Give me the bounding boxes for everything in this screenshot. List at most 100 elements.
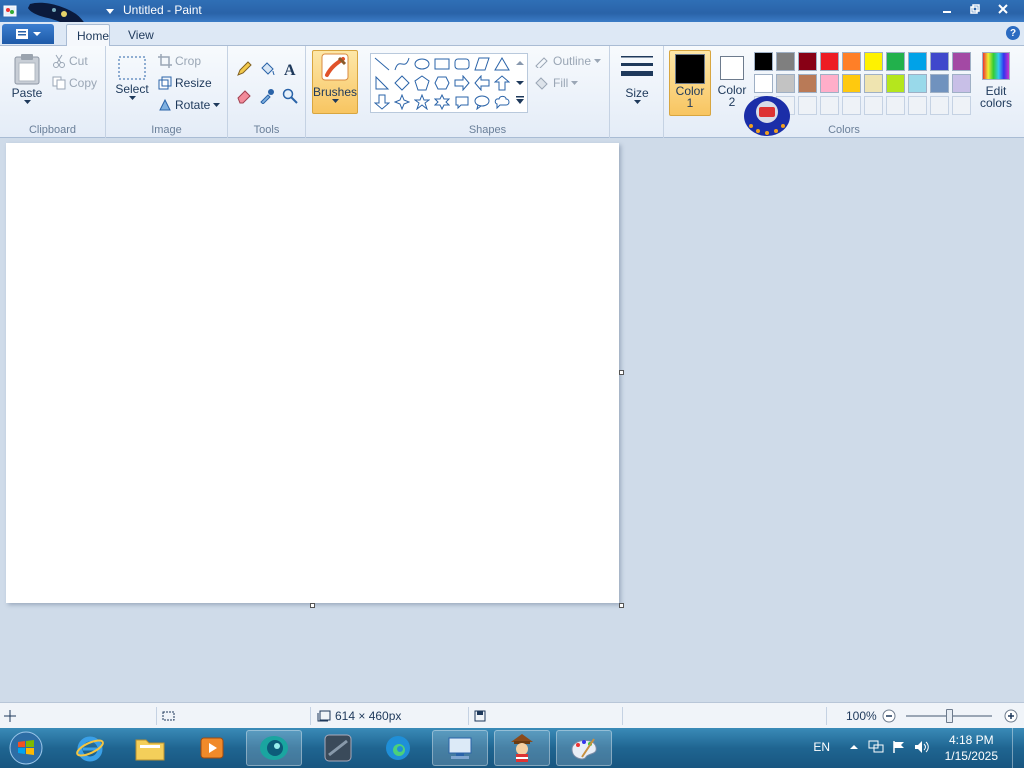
palette-swatch[interactable] [842, 52, 861, 71]
palette-empty-swatch[interactable] [930, 96, 949, 115]
taskbar-remote-desktop[interactable] [432, 730, 488, 766]
close-button[interactable] [990, 0, 1016, 18]
six-point-star-shape-icon[interactable] [433, 93, 451, 111]
five-point-star-shape-icon[interactable] [413, 93, 431, 111]
show-desktop-button[interactable] [1012, 728, 1024, 768]
right-triangle-shape-icon[interactable] [373, 74, 391, 92]
pentagon-shape-icon[interactable] [413, 74, 431, 92]
palette-swatch[interactable] [864, 52, 883, 71]
start-button[interactable] [4, 729, 48, 767]
pencil-button[interactable] [233, 59, 254, 79]
zoom-slider-thumb[interactable] [946, 709, 953, 723]
four-point-star-shape-icon[interactable] [393, 93, 411, 111]
fill-style-button[interactable]: Fill [534, 76, 579, 90]
palette-swatch[interactable] [798, 52, 817, 71]
paint-app-icon[interactable] [2, 3, 18, 19]
copy-button[interactable]: Copy [52, 76, 97, 90]
palette-swatch[interactable] [776, 52, 795, 71]
magnifier-button[interactable] [279, 86, 300, 106]
dropdown-icon[interactable] [102, 3, 118, 19]
outline-button[interactable]: Outline [534, 54, 602, 68]
palette-swatch[interactable] [754, 52, 773, 71]
palette-swatch[interactable] [820, 74, 839, 93]
palette-empty-swatch[interactable] [952, 96, 971, 115]
down-arrow-shape-icon[interactable] [373, 93, 391, 111]
rectangle-shape-icon[interactable] [433, 55, 451, 73]
palette-empty-swatch[interactable] [798, 96, 817, 115]
palette-empty-swatch[interactable] [820, 96, 839, 115]
taskbar-app-character[interactable] [494, 730, 550, 766]
palette-empty-swatch[interactable] [908, 96, 927, 115]
rounded-rectangle-shape-icon[interactable] [453, 55, 471, 73]
volume-icon[interactable] [914, 740, 930, 757]
paste-button[interactable]: Paste [8, 52, 46, 105]
taskbar-internet-explorer[interactable] [62, 730, 118, 766]
language-indicator[interactable]: EN [813, 740, 830, 754]
canvas-workspace[interactable] [0, 138, 1024, 702]
rounded-callout-shape-icon[interactable] [453, 93, 471, 111]
taskbar-paint[interactable] [556, 730, 612, 766]
resize-handle-corner[interactable] [619, 603, 624, 608]
taskbar-file-explorer[interactable] [122, 730, 178, 766]
diamond-shape-icon[interactable] [393, 74, 411, 92]
triangle-shape-icon[interactable] [493, 55, 511, 73]
edit-colors-button[interactable]: Edit colors [976, 52, 1016, 109]
resize-handle-bottom[interactable] [310, 603, 315, 608]
palette-empty-swatch[interactable] [842, 96, 861, 115]
polygon-shape-icon[interactable] [473, 55, 491, 73]
palette-swatch[interactable] [820, 52, 839, 71]
color-picker-button[interactable] [256, 86, 277, 106]
line-shape-icon[interactable] [373, 55, 391, 73]
taskbar-media-player[interactable] [184, 730, 240, 766]
palette-empty-swatch[interactable] [886, 96, 905, 115]
hexagon-shape-icon[interactable] [433, 74, 451, 92]
palette-swatch[interactable] [930, 52, 949, 71]
zoom-out-button[interactable] [882, 703, 896, 729]
fill-button[interactable] [256, 59, 277, 79]
color1-button[interactable]: Color 1 [669, 50, 711, 116]
palette-swatch[interactable] [908, 74, 927, 93]
taskbar-edge[interactable] [370, 730, 426, 766]
rotate-button[interactable]: Rotate [158, 98, 221, 112]
help-button[interactable]: ? [1006, 26, 1020, 40]
crop-button[interactable]: Crop [158, 54, 201, 68]
up-arrow-shape-icon[interactable] [493, 74, 511, 92]
palette-swatch[interactable] [842, 74, 861, 93]
oval-callout-shape-icon[interactable] [473, 93, 491, 111]
tab-home[interactable]: Home [66, 24, 110, 46]
taskbar-app-teal[interactable] [246, 730, 302, 766]
palette-swatch[interactable] [886, 74, 905, 93]
minimize-button[interactable] [934, 0, 960, 18]
taskbar-app-win[interactable] [310, 730, 366, 766]
palette-swatch[interactable] [930, 74, 949, 93]
palette-swatch[interactable] [886, 52, 905, 71]
drawing-canvas[interactable] [6, 143, 619, 603]
action-center-flag-icon[interactable] [892, 740, 906, 757]
shapes-scroll-up[interactable] [516, 56, 526, 70]
shapes-scroll-down[interactable] [516, 76, 526, 90]
palette-swatch[interactable] [952, 74, 971, 93]
resize-button[interactable]: Resize [158, 76, 212, 90]
select-button[interactable]: Select [114, 54, 150, 101]
resize-handle-right[interactable] [619, 370, 624, 375]
left-arrow-shape-icon[interactable] [473, 74, 491, 92]
cut-button[interactable]: Cut [52, 54, 88, 68]
zoom-slider[interactable] [906, 703, 992, 729]
brushes-button[interactable]: Brushes [312, 50, 358, 114]
eraser-button[interactable] [233, 86, 254, 106]
palette-swatch[interactable] [864, 74, 883, 93]
zoom-in-button[interactable] [1004, 703, 1018, 729]
right-arrow-shape-icon[interactable] [453, 74, 471, 92]
text-button[interactable]: A [279, 59, 300, 79]
system-clock[interactable]: 4:18 PM 1/15/2025 [945, 732, 998, 764]
palette-swatch[interactable] [952, 52, 971, 71]
paint-menu-button[interactable] [2, 24, 54, 44]
restore-button[interactable] [962, 0, 988, 18]
network-icon[interactable] [868, 740, 884, 757]
tray-expand-icon[interactable] [850, 740, 858, 754]
cloud-callout-shape-icon[interactable] [493, 93, 511, 111]
curve-shape-icon[interactable] [393, 55, 411, 73]
tab-view[interactable]: View [118, 24, 164, 46]
size-button[interactable]: Size [618, 52, 656, 105]
palette-swatch[interactable] [798, 74, 817, 93]
